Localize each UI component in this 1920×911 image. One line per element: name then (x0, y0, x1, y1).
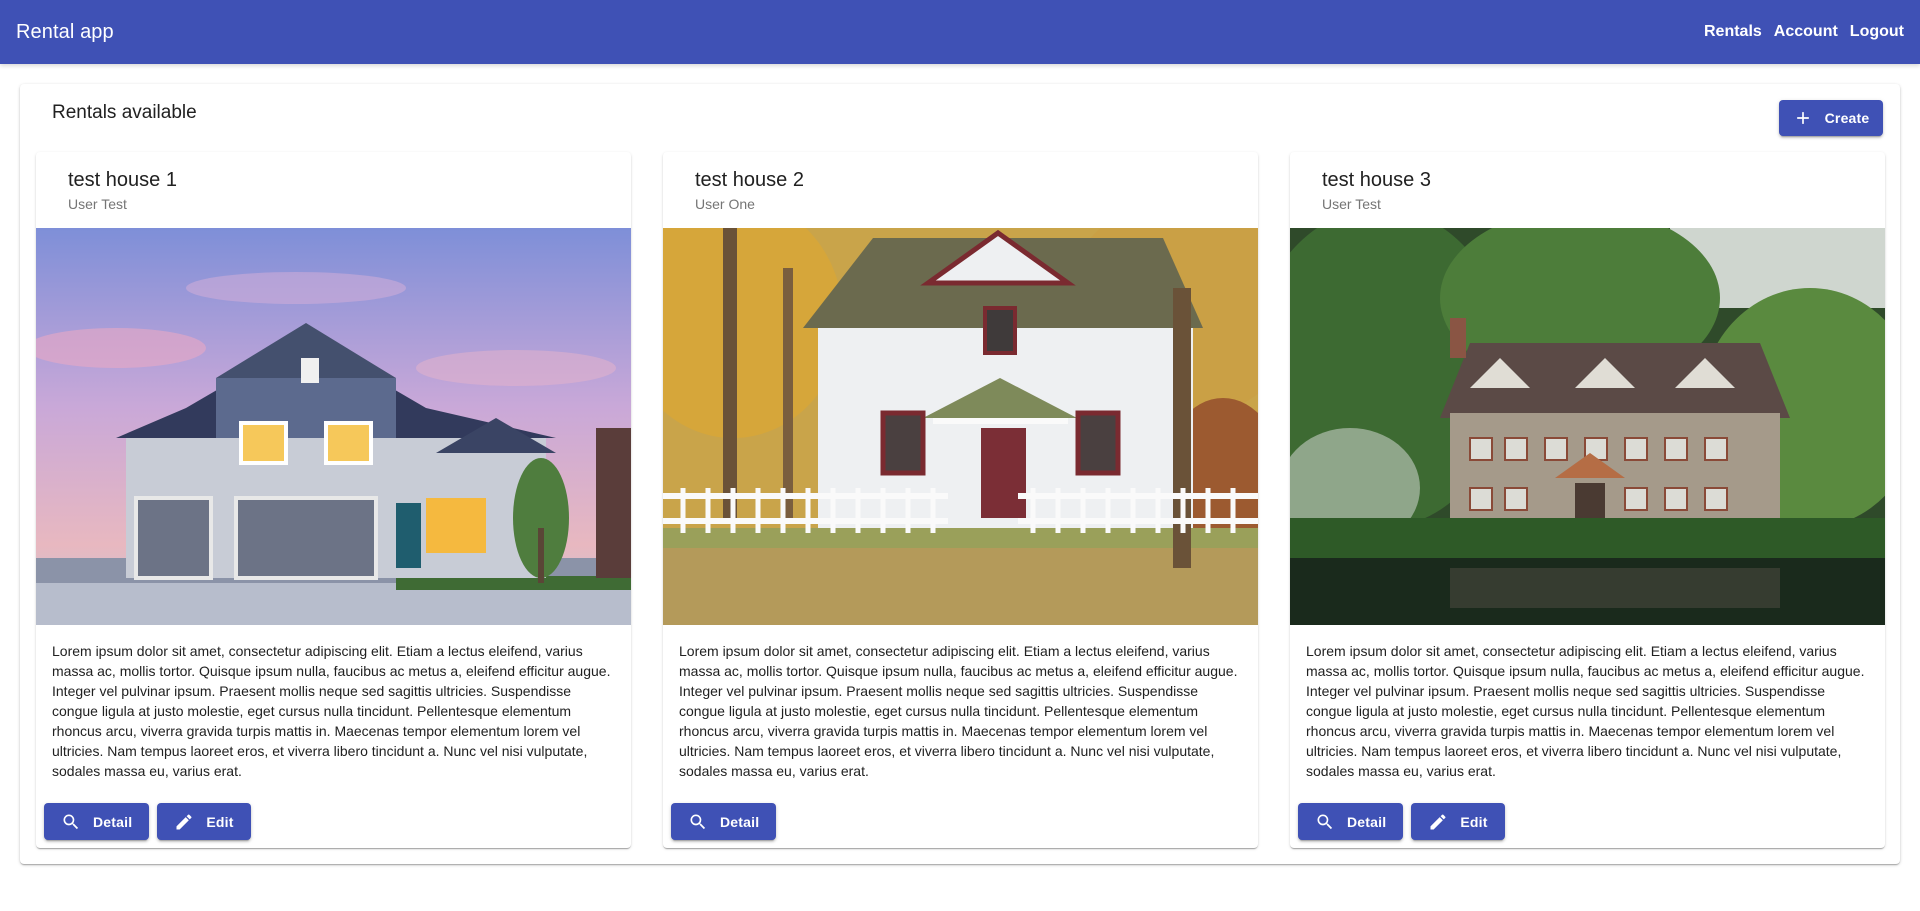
card-header: test house 2 User One (663, 152, 1258, 228)
card-actions: Detail (671, 803, 777, 840)
detail-button[interactable]: Detail (1298, 803, 1404, 840)
app-title: Rental app (16, 20, 114, 43)
edit-button[interactable]: Edit (1411, 803, 1505, 840)
card-header: test house 3 User Test (1290, 152, 1885, 228)
card-actions: Detail Edit (1298, 803, 1505, 840)
detail-button-label: Detail (720, 813, 760, 830)
edit-button[interactable]: Edit (157, 803, 251, 840)
rentals-panel: Rentals available Create test house 1 Us… (20, 84, 1900, 864)
edit-button-label: Edit (206, 813, 234, 830)
card-title: test house 1 (68, 169, 177, 191)
top-toolbar: Rental app Rentals Account Logout (0, 0, 1920, 64)
search-icon (63, 814, 79, 829)
card-title: test house 3 (1322, 169, 1431, 191)
card-owner: User Test (1322, 196, 1381, 212)
search-icon (1317, 814, 1333, 829)
card-owner: User One (695, 196, 755, 212)
house-photo (1290, 228, 1885, 625)
card-description: Lorem ipsum dolor sit amet, consectetur … (52, 643, 611, 779)
create-button[interactable]: Create (1779, 100, 1883, 136)
edit-button-label: Edit (1460, 813, 1488, 830)
nav-account-link[interactable]: Account (1774, 23, 1838, 41)
detail-button[interactable]: Detail (44, 803, 150, 840)
card-owner: User Test (68, 196, 127, 212)
detail-button[interactable]: Detail (671, 803, 777, 840)
detail-button-label: Detail (1347, 813, 1387, 830)
card-actions: Detail Edit (44, 803, 251, 840)
nav-rentals-link[interactable]: Rentals (1704, 23, 1762, 41)
card-description: Lorem ipsum dolor sit amet, consectetur … (679, 643, 1238, 779)
rental-card: test house 3 User Test Lorem ipsum dolor… (1290, 152, 1885, 848)
page-title: Rentals available (52, 102, 197, 123)
pencil-icon (176, 813, 192, 829)
nav-logout-link[interactable]: Logout (1850, 23, 1904, 41)
plus-icon (1796, 112, 1809, 124)
search-icon (690, 814, 706, 829)
pencil-icon (1430, 813, 1446, 829)
card-description: Lorem ipsum dolor sit amet, consectetur … (1306, 643, 1865, 779)
card-title: test house 2 (695, 169, 804, 191)
card-header: test house 1 User Test (36, 152, 631, 228)
house-photo (663, 228, 1258, 625)
detail-button-label: Detail (93, 813, 133, 830)
create-button-label: Create (1824, 110, 1870, 126)
house-photo (36, 228, 631, 625)
rental-card: test house 1 User Test Lorem ipsum dolor… (36, 152, 631, 848)
rental-card: test house 2 User One Lorem ipsum dolor … (663, 152, 1258, 848)
